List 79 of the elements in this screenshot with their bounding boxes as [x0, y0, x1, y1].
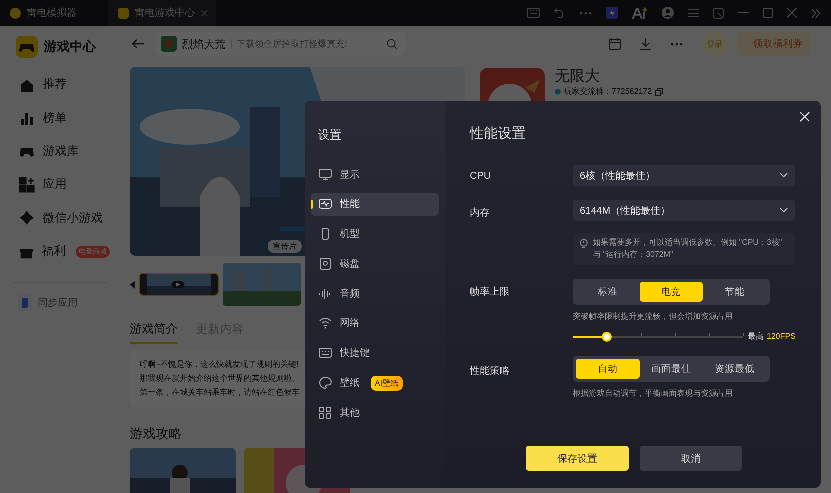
field-label: CPU	[470, 170, 492, 182]
field-label: 内存	[470, 206, 491, 220]
segment-option[interactable]: 画面最佳	[640, 359, 704, 379]
sidebar-icon	[19, 210, 35, 226]
segment-option[interactable]: 节能	[703, 282, 768, 302]
section-heading: 游戏攻略	[130, 425, 183, 443]
group-dot-icon	[555, 89, 561, 95]
grid-icon	[319, 406, 332, 419]
chevron-icon	[780, 173, 788, 178]
chevron-icon	[780, 208, 788, 213]
menu-icon[interactable]	[688, 8, 699, 18]
intro-text: 那我现在就开始介绍这个世界的其他规则啦。	[140, 373, 300, 385]
segment-option[interactable]: 自动	[576, 359, 640, 379]
intro-text: 呼啊~不愧是你，这么快就发现了规则的关键!	[140, 359, 299, 371]
video-tag: 宣传片	[268, 240, 302, 253]
max-label: 最高	[748, 331, 764, 342]
intro-text: 第一条，在城关车站乘车时，请站在红色候车	[140, 387, 300, 399]
settings-nav-item[interactable]: 性能	[311, 192, 439, 216]
palette-icon	[319, 377, 332, 390]
settings-nav-item[interactable]: 机型	[311, 222, 439, 246]
keyboard-icon	[319, 347, 332, 360]
audio-icon	[319, 288, 332, 300]
save-button[interactable]: 保存设置	[526, 446, 629, 471]
ai-icon[interactable]	[632, 6, 648, 20]
field-label: 帧率上限	[470, 286, 511, 299]
sidebar-icon	[19, 176, 35, 193]
wifi-icon	[319, 317, 332, 330]
back-icon[interactable]	[132, 39, 144, 49]
max-value: 120FPS	[767, 332, 796, 341]
game-icon	[161, 36, 177, 52]
segment-option[interactable]: 电竞	[640, 282, 704, 302]
settings-nav-item[interactable]: 磁盘	[311, 252, 439, 276]
more-icon[interactable]	[580, 12, 592, 14]
app-icon	[10, 8, 21, 18]
slider-handle[interactable]	[602, 332, 612, 342]
activity-icon	[319, 198, 332, 210]
fps-slider[interactable]	[573, 332, 743, 342]
calendar-icon[interactable]	[609, 38, 621, 50]
settings-nav-item[interactable]: 快捷键	[311, 342, 439, 365]
settings-nav-item[interactable]: 壁纸 AI壁纸	[311, 372, 439, 395]
monitor-icon	[319, 168, 332, 180]
app-icon	[118, 8, 129, 18]
settings-nav-item[interactable]: 显示	[311, 163, 439, 186]
settings-nav-item[interactable]: 音频	[311, 282, 439, 306]
segment-option[interactable]: 资源最低	[703, 359, 768, 379]
keyboard-icon[interactable]	[527, 8, 540, 18]
minimize-icon[interactable]	[738, 12, 749, 14]
phone-icon	[319, 228, 332, 240]
copy-icon[interactable]	[655, 88, 664, 96]
download-icon[interactable]	[640, 38, 652, 50]
user-icon[interactable]	[662, 7, 674, 19]
lightning-icon[interactable]	[606, 7, 618, 19]
app-title: 游戏中心	[44, 38, 96, 56]
cpu-dropdown[interactable]: 6核（性能最佳）	[573, 165, 795, 186]
segment-option[interactable]: 标准	[576, 282, 640, 302]
search-icon[interactable]	[387, 38, 398, 50]
cancel-button[interactable]: 取消	[640, 446, 742, 471]
more-icon[interactable]	[671, 42, 683, 46]
hint-text: 如果需要多开，可以适当调低参数。例如 "CPU：3核" 与 "运行内存：3072M"	[593, 237, 784, 261]
tip-icon	[580, 239, 588, 248]
window-icon[interactable]	[713, 8, 724, 18]
search-game: 烈焰大荒	[182, 38, 226, 52]
dialog-title: 设置	[318, 127, 343, 144]
ai-badge: AI壁纸	[371, 376, 403, 391]
game-title: 无限大	[555, 68, 601, 86]
settings-nav-item[interactable]: 网络	[311, 312, 439, 335]
settings-nav-item[interactable]: 其他	[311, 401, 439, 424]
sidebar-icon	[19, 110, 35, 126]
section-title: 性能设置	[470, 125, 527, 143]
field-label: 性能策略	[470, 364, 511, 378]
undo-icon[interactable]	[554, 8, 566, 18]
collapse-icon[interactable]	[811, 8, 821, 18]
maximize-icon[interactable]	[763, 8, 773, 18]
group-number: 玩家交流群：772562172	[564, 87, 652, 97]
hint-text: 突破帧率限制提升更流畅，但会增加资源占用	[573, 311, 734, 322]
memory-dropdown[interactable]: 6144M（性能最佳）	[573, 200, 795, 221]
scroll-left-icon[interactable]	[130, 280, 135, 288]
gamepad-logo	[16, 36, 38, 58]
hint-text: 根据游戏自动调节，平衡画面表现与资源占用	[573, 388, 734, 399]
